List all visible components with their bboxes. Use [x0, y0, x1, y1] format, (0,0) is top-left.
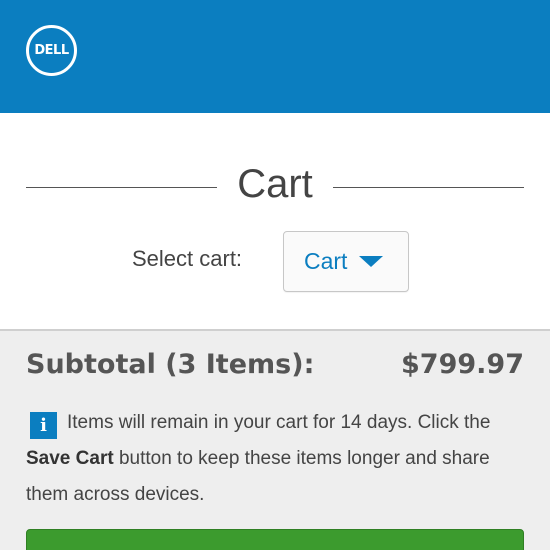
site-header: DELL — [0, 0, 550, 113]
info-icon: i — [30, 412, 57, 439]
cart-summary: Subtotal (3 Items): $799.97 i Items will … — [0, 329, 550, 550]
subtotal-price: $799.97 — [401, 349, 524, 380]
dell-logo[interactable]: DELL — [26, 25, 77, 76]
logo-text: DELL — [34, 43, 69, 58]
chevron-down-icon — [359, 256, 384, 267]
cart-select-value: Cart — [304, 248, 348, 274]
subtotal-label: Subtotal (3 Items): — [26, 349, 315, 380]
cart-select-dropdown[interactable]: Cart — [283, 231, 409, 292]
title-row: Cart — [26, 160, 524, 216]
cart-retention-notice: i Items will remain in your cart for 14 d… — [26, 405, 526, 513]
notice-text-part1: Items will remain in your cart for 14 da… — [67, 412, 491, 433]
checkout-button[interactable] — [26, 529, 524, 550]
select-cart-label: Select cart: — [132, 246, 243, 271]
page-title: Cart — [237, 162, 313, 206]
title-divider-right — [333, 187, 524, 188]
notice-save-cart-bold: Save Cart — [26, 448, 114, 469]
